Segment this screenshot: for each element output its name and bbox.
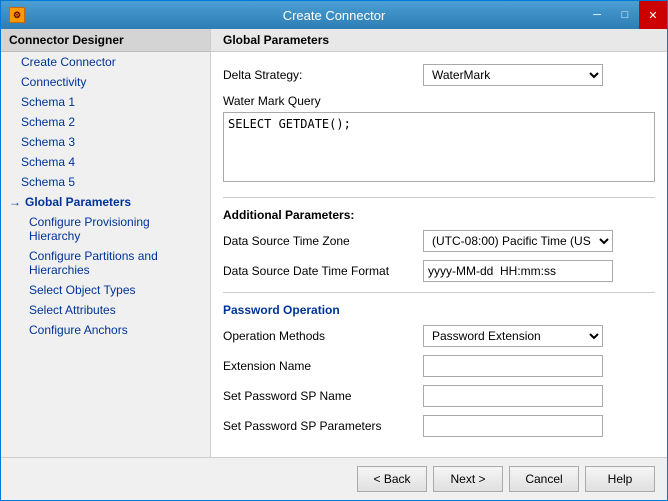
- sidebar-item-configure-partitions[interactable]: Configure Partitions and Hierarchies: [1, 246, 210, 280]
- divider-2: [223, 292, 655, 293]
- set-password-sp-name-input[interactable]: [423, 385, 603, 407]
- app-icon: ⚙: [9, 7, 25, 23]
- timezone-row: Data Source Time Zone (UTC-08:00) Pacifi…: [223, 230, 655, 252]
- sidebar: Connector Designer Create Connector Conn…: [1, 29, 211, 457]
- datetime-format-input[interactable]: [423, 260, 613, 282]
- sidebar-item-select-object-types[interactable]: Select Object Types: [1, 280, 210, 300]
- sidebar-item-schema-1[interactable]: Schema 1: [1, 92, 210, 112]
- back-button[interactable]: < Back: [357, 466, 427, 492]
- extension-name-row: Extension Name: [223, 355, 655, 377]
- sidebar-item-schema-2[interactable]: Schema 2: [1, 112, 210, 132]
- sidebar-item-select-attributes[interactable]: Select Attributes: [1, 300, 210, 320]
- watermark-query-label-row: Water Mark Query: [223, 94, 655, 108]
- main-content: Connector Designer Create Connector Conn…: [1, 29, 667, 457]
- operation-methods-label: Operation Methods: [223, 329, 423, 343]
- operation-methods-row: Operation Methods Password ExtensionNone: [223, 325, 655, 347]
- footer: < Back Next > Cancel Help: [1, 457, 667, 500]
- sidebar-item-configure-anchors[interactable]: Configure Anchors: [1, 320, 210, 340]
- sidebar-item-connectivity[interactable]: Connectivity: [1, 72, 210, 92]
- content-header: Global Parameters: [211, 29, 667, 52]
- set-password-sp-name-row: Set Password SP Name: [223, 385, 655, 407]
- sidebar-item-schema-3[interactable]: Schema 3: [1, 132, 210, 152]
- set-password-sp-name-label: Set Password SP Name: [223, 389, 423, 403]
- operation-methods-select[interactable]: Password ExtensionNone: [423, 325, 603, 347]
- set-password-sp-params-label: Set Password SP Parameters: [223, 419, 423, 433]
- timezone-select[interactable]: (UTC-08:00) Pacific Time (US & C...: [423, 230, 613, 252]
- minimize-button[interactable]: ─: [583, 1, 611, 29]
- watermark-query-textarea[interactable]: SELECT GETDATE();: [223, 112, 655, 182]
- window-title: Create Connector: [283, 8, 386, 23]
- sidebar-item-create-connector[interactable]: Create Connector: [1, 52, 210, 72]
- datetime-format-row: Data Source Date Time Format: [223, 260, 655, 282]
- title-bar: ⚙ Create Connector ─ □ ✕: [1, 1, 667, 29]
- datetime-format-control: [423, 260, 655, 282]
- close-button[interactable]: ✕: [639, 1, 667, 29]
- help-button[interactable]: Help: [585, 466, 655, 492]
- timezone-label: Data Source Time Zone: [223, 234, 423, 248]
- datetime-format-label: Data Source Date Time Format: [223, 264, 423, 278]
- set-password-sp-params-input[interactable]: [423, 415, 603, 437]
- extension-name-input[interactable]: [423, 355, 603, 377]
- operation-methods-control: Password ExtensionNone: [423, 325, 655, 347]
- extension-name-control: [423, 355, 655, 377]
- set-password-sp-name-control: [423, 385, 655, 407]
- extension-name-label: Extension Name: [223, 359, 423, 373]
- content-body: Delta Strategy: WaterMarkNoneTimestamp W…: [211, 52, 667, 457]
- watermark-query-textarea-row: SELECT GETDATE();: [223, 112, 655, 185]
- watermark-query-label: Water Mark Query: [223, 94, 321, 108]
- content-area: Global Parameters Delta Strategy: WaterM…: [211, 29, 667, 457]
- set-password-sp-params-row: Set Password SP Parameters: [223, 415, 655, 437]
- additional-parameters-label: Additional Parameters:: [223, 208, 655, 222]
- sidebar-item-global-parameters[interactable]: Global Parameters: [1, 192, 210, 212]
- main-window: ⚙ Create Connector ─ □ ✕ Connector Desig…: [0, 0, 668, 501]
- cancel-button[interactable]: Cancel: [509, 466, 579, 492]
- divider-1: [223, 197, 655, 198]
- sidebar-item-configure-provisioning[interactable]: Configure Provisioning Hierarchy: [1, 212, 210, 246]
- maximize-button[interactable]: □: [611, 1, 639, 29]
- password-operation-title: Password Operation: [223, 303, 655, 317]
- delta-strategy-row: Delta Strategy: WaterMarkNoneTimestamp: [223, 64, 655, 86]
- delta-strategy-label: Delta Strategy:: [223, 68, 423, 82]
- timezone-control: (UTC-08:00) Pacific Time (US & C...: [423, 230, 655, 252]
- set-password-sp-params-control: [423, 415, 655, 437]
- next-button[interactable]: Next >: [433, 466, 503, 492]
- sidebar-header: Connector Designer: [1, 29, 210, 52]
- sidebar-item-schema-5[interactable]: Schema 5: [1, 172, 210, 192]
- delta-strategy-control: WaterMarkNoneTimestamp: [423, 64, 655, 86]
- sidebar-item-schema-4[interactable]: Schema 4: [1, 152, 210, 172]
- delta-strategy-select[interactable]: WaterMarkNoneTimestamp: [423, 64, 603, 86]
- title-controls: ─ □ ✕: [583, 1, 667, 29]
